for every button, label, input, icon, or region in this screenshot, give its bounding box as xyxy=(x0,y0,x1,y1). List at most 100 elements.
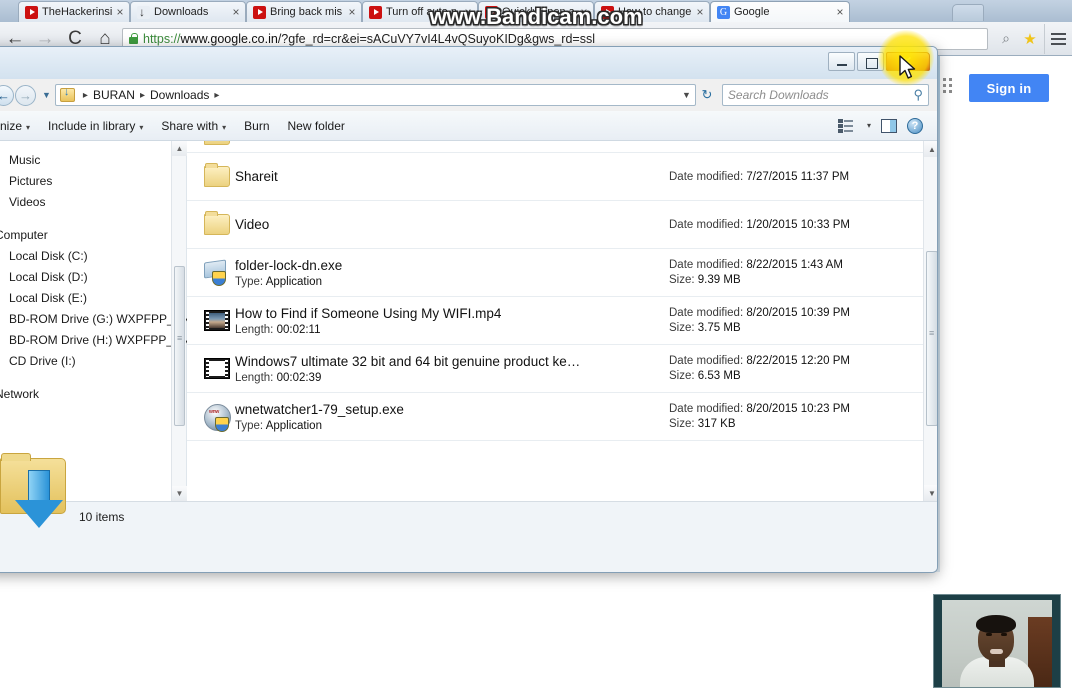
youtube-icon xyxy=(25,5,38,19)
folder-icon xyxy=(201,161,235,193)
scrollbar-thumb[interactable] xyxy=(174,266,185,426)
maximize-button[interactable] xyxy=(857,52,884,71)
sidebar-item-videos[interactable]: Videos xyxy=(0,191,186,212)
tab-close-icon[interactable]: × xyxy=(463,6,473,18)
table-row[interactable]: Shareit Date modified: 7/27/2015 11:37 P… xyxy=(187,153,937,201)
tab-close-icon[interactable]: × xyxy=(115,6,125,18)
tab-close-icon[interactable]: × xyxy=(231,6,241,18)
browser-tab-turn-off-auto[interactable]: Turn off auto p × xyxy=(362,1,478,22)
file-name: folder-lock-dn.exe xyxy=(235,257,343,273)
sign-in-button[interactable]: Sign in xyxy=(969,74,1049,102)
file-name-block: folder-lock-dn.exe Type: Application xyxy=(235,258,655,288)
breadcrumb-separator[interactable]: ▸ xyxy=(214,90,219,101)
navigation-pane-scrollbar[interactable]: ▲ ▼ xyxy=(171,141,187,501)
file-meta-block: Date modified: 1/20/2015 10:33 PM xyxy=(669,219,850,231)
length-label: Length: xyxy=(235,371,274,384)
organize-button[interactable]: nize ▾ xyxy=(0,119,39,133)
size-line: Size: 6.53 MB xyxy=(669,370,850,382)
table-row[interactable]: wnw wnetwatcher1-79_setup.exe Type: Appl… xyxy=(187,393,937,441)
explorer-navigation-pane: Music Pictures Videos Computer Local Dis… xyxy=(0,141,190,501)
sidebar-item-cd-drive-i[interactable]: CD Drive (I:) xyxy=(0,350,186,371)
browser-tab-quickly-open[interactable]: Quickly open a × xyxy=(478,1,594,22)
sidebar-item-bdrom-h[interactable]: BD-ROM Drive (H:) WXPFPP_EN xyxy=(0,329,190,350)
chevron-down-icon: ▾ xyxy=(26,122,31,132)
browser-tab-thehackerinsi[interactable]: TheHackerinsi × xyxy=(18,1,130,22)
browser-tab-downloads[interactable]: Downloads × xyxy=(130,1,246,22)
explorer-refresh-button[interactable]: ↻ xyxy=(696,87,718,103)
tab-title: How to change xyxy=(618,5,692,18)
tab-close-icon[interactable]: × xyxy=(835,6,845,18)
new-folder-button[interactable]: New folder xyxy=(279,119,354,133)
scroll-up-icon[interactable]: ▲ xyxy=(924,141,937,157)
include-in-library-button[interactable]: Include in library ▾ xyxy=(39,119,152,133)
tab-close-icon[interactable]: × xyxy=(695,6,705,18)
chevron-down-icon[interactable]: ▼ xyxy=(682,90,691,100)
file-list-scrollbar[interactable]: ▲ ▼ xyxy=(923,141,937,501)
breadcrumb-item-buran[interactable]: BURAN xyxy=(93,88,135,102)
close-button[interactable] xyxy=(886,52,930,71)
search-input[interactable]: Search Downloads xyxy=(728,88,914,102)
size-value: 317 KB xyxy=(697,418,736,430)
size-value: 6.53 MB xyxy=(697,370,741,382)
browser-menu-icon[interactable] xyxy=(1044,23,1072,54)
zoom-icon[interactable]: ⌕ xyxy=(994,25,1018,53)
desktop-downloads-folder-icon[interactable] xyxy=(0,453,76,534)
sidebar-item-local-disk-d[interactable]: Local Disk (D:) xyxy=(0,266,186,287)
sidebar-item-network[interactable]: Network xyxy=(0,383,186,404)
google-apps-grid-icon[interactable] xyxy=(943,78,952,93)
screen-root: TheHackerinsi × Downloads × Bring back m… xyxy=(0,0,1072,696)
share-with-button[interactable]: Share with ▾ xyxy=(152,119,235,133)
explorer-history-dropdown-icon[interactable]: ▼ xyxy=(42,90,51,100)
sidebar-item-music[interactable]: Music xyxy=(0,149,186,170)
scroll-down-icon[interactable]: ▼ xyxy=(924,485,937,501)
size-label: Size: xyxy=(669,418,695,430)
preview-pane-icon[interactable] xyxy=(881,118,897,133)
burn-button[interactable]: Burn xyxy=(235,119,278,133)
new-tab-button[interactable] xyxy=(952,4,984,21)
item-count-status: 10 items xyxy=(79,510,125,524)
browser-tab-google[interactable]: G Google × xyxy=(710,1,850,22)
explorer-search-box[interactable]: Search Downloads ⚲ xyxy=(721,84,929,106)
file-type-line: Type: Application xyxy=(235,420,655,432)
length-value: 00:02:39 xyxy=(276,371,322,384)
table-row-partial[interactable] xyxy=(187,141,937,153)
chevron-down-icon[interactable]: ▾ xyxy=(867,121,871,130)
table-row[interactable]: Video Date modified: 1/20/2015 10:33 PM xyxy=(187,201,937,249)
change-view-icon[interactable] xyxy=(837,118,853,133)
explorer-titlebar xyxy=(0,47,937,79)
minimize-button[interactable] xyxy=(828,52,855,71)
browser-tab-how-to-change[interactable]: How to change × xyxy=(594,1,710,22)
sidebar-item-local-disk-e[interactable]: Local Disk (E:) xyxy=(0,287,186,308)
table-row[interactable]: Windows7 ultimate 32 bit and 64 bit genu… xyxy=(187,345,937,393)
scroll-up-icon[interactable]: ▲ xyxy=(172,141,187,156)
browser-tab-bring-back-mis[interactable]: Bring back mis × xyxy=(246,1,362,22)
scrollbar-thumb[interactable] xyxy=(926,251,937,426)
breadcrumb-item-downloads[interactable]: Downloads xyxy=(150,88,209,102)
size-label: Size: xyxy=(669,274,695,286)
table-row[interactable]: How to Find if Someone Using My WIFI.mp4… xyxy=(187,297,937,345)
tab-title: Quickly open a xyxy=(502,5,575,18)
organize-label: nize xyxy=(0,118,23,133)
explorer-status-bar: 10 items xyxy=(0,501,937,572)
tab-close-icon[interactable]: × xyxy=(579,6,589,18)
scroll-down-icon[interactable]: ▼ xyxy=(172,486,187,501)
help-icon[interactable]: ? xyxy=(907,117,923,134)
tab-close-icon[interactable]: × xyxy=(347,6,357,18)
sidebar-item-computer[interactable]: Computer xyxy=(0,224,186,245)
table-row[interactable]: folder-lock-dn.exe Type: Application Dat… xyxy=(187,249,937,297)
file-name-block: How to Find if Someone Using My WIFI.mp4… xyxy=(235,306,655,336)
explorer-forward-button[interactable]: → xyxy=(15,84,36,106)
sidebar-item-pictures[interactable]: Pictures xyxy=(0,170,186,191)
sidebar-item-local-disk-c[interactable]: Local Disk (C:) xyxy=(0,245,186,266)
file-name-block: Windows7 ultimate 32 bit and 64 bit genu… xyxy=(235,354,655,384)
include-in-library-label: Include in library xyxy=(48,118,136,133)
folder-icon xyxy=(201,141,235,151)
file-meta-block: Date modified: 8/20/2015 10:39 PM Size: … xyxy=(669,307,850,334)
sidebar-item-bdrom-g[interactable]: BD-ROM Drive (G:) WXPFPP_EN xyxy=(0,308,190,329)
explorer-back-button[interactable]: ← xyxy=(0,84,14,106)
date-modified-label: Date modified: xyxy=(669,403,744,415)
file-name-block: Video xyxy=(235,217,655,232)
page-bottom-whitespace xyxy=(0,572,940,696)
explorer-breadcrumb[interactable]: ▸ BURAN ▸ Downloads ▸ ▼ xyxy=(54,84,696,106)
bookmark-star-icon[interactable]: ★ xyxy=(1018,25,1042,53)
